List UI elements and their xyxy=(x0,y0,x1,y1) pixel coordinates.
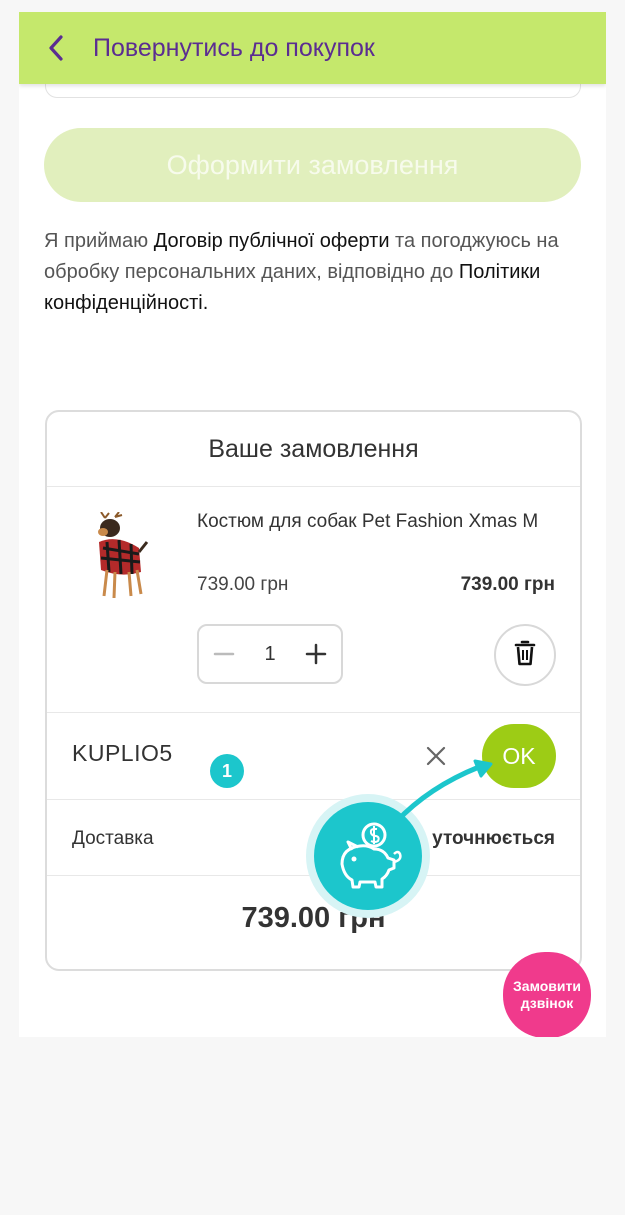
promo-code-input[interactable]: KUPLIO5 xyxy=(72,740,173,767)
quantity-value[interactable]: 1 xyxy=(264,643,275,666)
delete-item-button[interactable] xyxy=(494,624,556,686)
close-icon[interactable] xyxy=(422,742,450,770)
chevron-left-icon[interactable] xyxy=(45,33,67,63)
delivery-value: уточнюється xyxy=(432,828,555,849)
step-number-badge: 1 xyxy=(210,754,244,788)
delivery-label: Доставка xyxy=(72,828,154,849)
consent-text-part: Я приймаю xyxy=(44,230,154,252)
public-offer-link[interactable]: Договір публічної оферти xyxy=(154,230,390,252)
unit-price: 739.00 грн xyxy=(197,574,289,595)
product-name[interactable]: Костюм для собак Pet Fashion Xmas M xyxy=(197,508,557,536)
place-order-button[interactable]: Оформити замовлення xyxy=(44,128,581,202)
top-bar[interactable]: Повернутись до покупок xyxy=(19,12,606,84)
divider xyxy=(47,799,580,800)
trash-icon xyxy=(514,640,536,671)
request-callback-button[interactable]: Замовити дзвінок xyxy=(503,952,591,1037)
quantity-stepper: 1 xyxy=(197,624,343,684)
apply-promo-button[interactable]: OK xyxy=(482,724,556,788)
piggy-bank-icon xyxy=(314,802,422,910)
checkout-page: Повернутись до покупок Оформити замовлен… xyxy=(19,12,606,1037)
order-summary-title: Ваше замовлення xyxy=(47,412,580,487)
minus-icon[interactable] xyxy=(209,639,239,669)
back-to-shopping-link[interactable]: Повернутись до покупок xyxy=(93,34,375,63)
consent-text: Я приймаю Договір публічної оферти та по… xyxy=(44,226,584,319)
plus-icon[interactable] xyxy=(301,639,331,669)
divider xyxy=(47,712,580,713)
product-image[interactable] xyxy=(77,511,157,604)
line-total: 739.00 грн xyxy=(460,574,555,595)
